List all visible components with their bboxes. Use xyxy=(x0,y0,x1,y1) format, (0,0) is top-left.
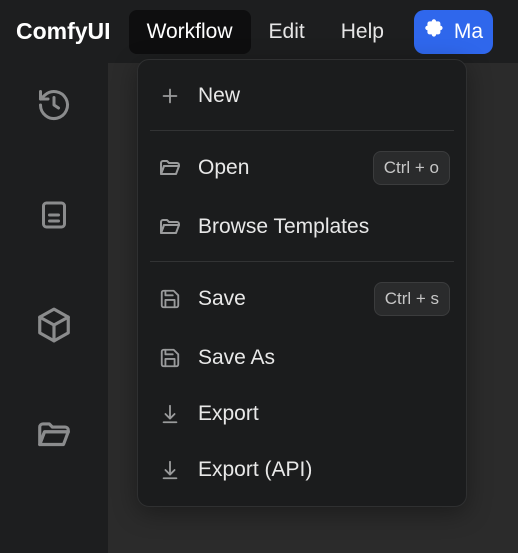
menu-open[interactable]: Open Ctrl + o xyxy=(138,137,466,199)
menu-export-api[interactable]: Export (API) xyxy=(138,442,466,498)
menu-open-label: Open xyxy=(198,156,373,180)
menu-workflow[interactable]: Workflow xyxy=(129,10,251,54)
menu-save-as[interactable]: Save As xyxy=(138,330,466,386)
menu-save-as-label: Save As xyxy=(198,346,450,370)
menu-save[interactable]: Save Ctrl + s xyxy=(138,268,466,330)
app-title: ComfyUI xyxy=(16,18,111,45)
sidebar-history[interactable] xyxy=(32,85,76,129)
menu-export[interactable]: Export xyxy=(138,386,466,442)
sidebar xyxy=(0,63,108,553)
cube-icon xyxy=(35,306,73,349)
menu-export-label: Export xyxy=(198,402,450,426)
save-icon xyxy=(156,344,184,372)
menu-new[interactable]: New xyxy=(138,68,466,124)
puzzle-piece-icon xyxy=(422,16,454,47)
plus-icon xyxy=(156,82,184,110)
canvas[interactable]: New Open Ctrl + o xyxy=(108,63,518,553)
menu-browse-templates[interactable]: Browse Templates xyxy=(138,199,466,255)
menu-edit[interactable]: Edit xyxy=(251,10,323,54)
save-icon xyxy=(156,285,184,313)
folder-open-icon xyxy=(156,154,184,182)
menubar: ComfyUI Workflow Edit Help Ma xyxy=(0,0,518,63)
menu-save-label: Save xyxy=(198,287,374,311)
menu-help[interactable]: Help xyxy=(323,10,402,54)
manager-label: Ma xyxy=(454,20,483,44)
document-icon xyxy=(36,197,72,238)
folder-open-icon xyxy=(35,416,73,459)
download-icon xyxy=(156,456,184,484)
sidebar-nodes[interactable] xyxy=(32,305,76,349)
sidebar-notes[interactable] xyxy=(32,195,76,239)
separator xyxy=(150,130,454,131)
folder-open-icon xyxy=(156,213,184,241)
menu-export-api-label: Export (API) xyxy=(198,458,450,482)
manager-button[interactable]: Ma xyxy=(414,10,493,54)
history-icon xyxy=(36,87,72,128)
menu-save-shortcut: Ctrl + s xyxy=(374,282,450,316)
separator xyxy=(150,261,454,262)
menu-new-label: New xyxy=(198,84,450,108)
menu-open-shortcut: Ctrl + o xyxy=(373,151,450,185)
sidebar-files[interactable] xyxy=(32,415,76,459)
download-icon xyxy=(156,400,184,428)
main-area: New Open Ctrl + o xyxy=(0,63,518,553)
workflow-dropdown: New Open Ctrl + o xyxy=(137,59,467,507)
menu-browse-templates-label: Browse Templates xyxy=(198,215,450,239)
